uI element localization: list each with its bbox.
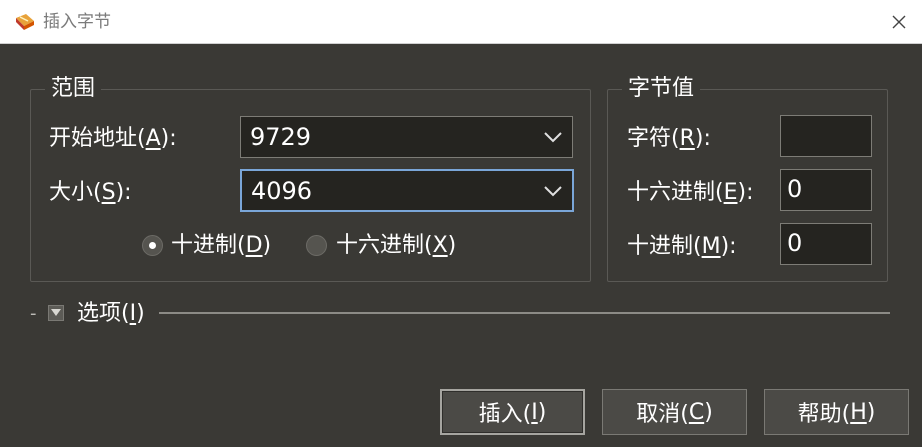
start-address-label: 开始地址(A): [49,126,177,151]
cancel-button[interactable]: 取消(C) [602,389,747,435]
collapse-triangle-icon [51,309,61,316]
insert-button[interactable]: 插入(I) [440,389,585,435]
options-dash: - [30,303,37,324]
options-expander[interactable] [48,305,64,321]
hex-editor-app-icon [16,14,34,30]
hex-radio-label[interactable]: 十六进制(X) [336,233,456,259]
dec-value-label: 十进制(M): [627,234,737,259]
close-button[interactable] [876,0,922,44]
options-label[interactable]: 选项(I) [77,301,145,327]
byte-value-group-title: 字节值 [622,76,701,102]
help-button[interactable]: 帮助(H) [764,389,909,435]
window-title: 插入字节 [43,12,111,32]
start-address-combo[interactable]: 9729 [240,116,573,158]
start-address-value[interactable]: 9729 [250,124,311,150]
close-icon [892,15,906,29]
title-bar: 插入字节 [0,0,922,44]
dec-value[interactable]: 0 [787,230,802,256]
char-label: 字符(R): [627,126,711,151]
options-divider [159,312,890,314]
chevron-down-icon[interactable] [542,125,564,147]
hex-value[interactable]: 0 [787,176,802,202]
size-value[interactable]: 4096 [251,178,312,204]
hex-value-field[interactable]: 0 [780,169,872,211]
char-field[interactable] [780,115,872,157]
decimal-radio[interactable] [142,235,163,256]
hex-value-label: 十六进制(E): [627,180,754,205]
hex-radio[interactable] [306,235,327,256]
size-combo[interactable]: 4096 [240,169,574,212]
chevron-down-icon[interactable] [542,179,564,201]
dec-value-field[interactable]: 0 [780,223,872,265]
range-group-title: 范围 [45,76,102,102]
dialog-body: 范围 开始地址(A): 9729 大小(S): 4096 十进制(D) 十六进制… [0,45,922,447]
size-label: 大小(S): [49,180,132,205]
decimal-radio-label[interactable]: 十进制(D) [171,233,271,259]
